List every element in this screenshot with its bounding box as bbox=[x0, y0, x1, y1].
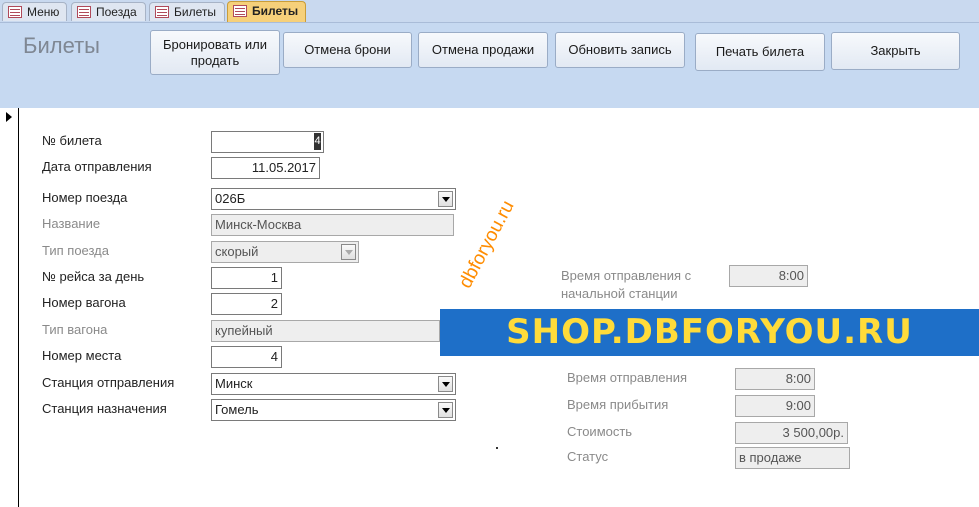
start-departure-label-1: Время отправления с bbox=[561, 268, 692, 283]
seat-no-label: Номер места bbox=[42, 348, 122, 363]
start-departure-field: 8:00 bbox=[729, 265, 808, 287]
train-type-combobox: скорый bbox=[211, 241, 359, 263]
to-station-value: Гомель bbox=[215, 402, 259, 417]
cancel-sale-button[interactable]: Отмена продажи bbox=[418, 32, 548, 68]
train-no-label: Номер поезда bbox=[42, 190, 128, 205]
price-label: Стоимость bbox=[567, 424, 633, 439]
ticket-no-label: № билета bbox=[42, 133, 102, 148]
print-ticket-button[interactable]: Печать билета bbox=[695, 33, 825, 71]
train-no-value: 026Б bbox=[215, 191, 246, 206]
chevron-down-icon[interactable] bbox=[438, 376, 453, 392]
close-button[interactable]: Закрыть bbox=[831, 32, 960, 70]
departure-date-field[interactable]: 11.05.2017 bbox=[211, 157, 320, 179]
car-type-label: Тип вагона bbox=[42, 322, 108, 337]
train-type-value: скорый bbox=[215, 244, 259, 259]
tab-tickets-active[interactable]: Билеты bbox=[227, 1, 306, 22]
car-no-field[interactable]: 2 bbox=[211, 293, 282, 315]
form-icon bbox=[77, 6, 91, 18]
arrival-time-field: 9:00 bbox=[735, 395, 815, 417]
page-title: Билеты bbox=[23, 33, 100, 58]
from-station-value: Минск bbox=[215, 376, 253, 391]
chevron-down-icon[interactable] bbox=[438, 402, 453, 418]
record-selector[interactable] bbox=[0, 108, 19, 507]
departure-time-field: 8:00 bbox=[735, 368, 815, 390]
chevron-down-icon[interactable] bbox=[438, 191, 453, 207]
document-tabs: Меню Поезда Билеты Билеты bbox=[0, 0, 979, 23]
tab-tickets[interactable]: Билеты bbox=[149, 2, 225, 21]
ticket-no-field[interactable]: 4 bbox=[211, 131, 324, 153]
diagonal-watermark-text: dbforyou.ru bbox=[455, 197, 519, 292]
train-no-combobox[interactable]: 026Б bbox=[211, 188, 456, 210]
ticket-no-value: 4 bbox=[314, 133, 321, 150]
trip-of-day-field[interactable]: 1 bbox=[211, 267, 282, 289]
car-type-field: купейный bbox=[211, 320, 440, 342]
form-header: Билеты Бронировать или продать Отмена бр… bbox=[0, 23, 979, 108]
status-field: в продаже bbox=[735, 447, 850, 469]
train-type-label: Тип поезда bbox=[42, 243, 109, 258]
tab-label: Меню bbox=[27, 5, 60, 19]
to-station-combobox[interactable]: Гомель bbox=[211, 399, 456, 421]
diagonal-watermark: dbforyou.ru bbox=[455, 197, 520, 292]
form-icon bbox=[233, 5, 247, 17]
tab-label: Билеты bbox=[252, 4, 299, 18]
book-or-sell-button[interactable]: Бронировать или продать bbox=[150, 30, 280, 75]
car-no-label: Номер вагона bbox=[42, 295, 126, 310]
status-label: Статус bbox=[567, 449, 609, 464]
seat-no-field[interactable]: 4 bbox=[211, 346, 282, 368]
form-icon bbox=[8, 6, 22, 18]
start-departure-label-2: начальной станции bbox=[561, 286, 678, 301]
price-field: 3 500,00р. bbox=[735, 422, 848, 444]
arrival-time-label: Время прибытия bbox=[567, 397, 669, 412]
train-name-field: Минск-Москва bbox=[211, 214, 454, 236]
tab-label: Поезда bbox=[96, 5, 137, 19]
departure-date-label: Дата отправления bbox=[42, 159, 152, 174]
tab-menu[interactable]: Меню bbox=[2, 2, 67, 21]
departure-time-label: Время отправления bbox=[567, 370, 688, 385]
refresh-record-button[interactable]: Обновить запись bbox=[555, 32, 685, 68]
tab-label: Билеты bbox=[174, 5, 216, 19]
cancel-booking-button[interactable]: Отмена брони bbox=[283, 32, 412, 68]
to-station-label: Станция назначения bbox=[42, 401, 167, 416]
trip-of-day-label: № рейса за день bbox=[42, 269, 145, 284]
form-icon bbox=[155, 6, 169, 18]
shop-banner: SHOP.DBFORYOU.RU bbox=[440, 309, 979, 356]
from-station-label: Станция отправления bbox=[42, 375, 175, 390]
stray-dot bbox=[496, 447, 498, 449]
tab-trains[interactable]: Поезда bbox=[71, 2, 146, 21]
from-station-combobox[interactable]: Минск bbox=[211, 373, 456, 395]
train-name-label: Название bbox=[42, 216, 101, 231]
chevron-down-icon bbox=[341, 244, 356, 260]
current-record-arrow-icon bbox=[6, 112, 12, 122]
